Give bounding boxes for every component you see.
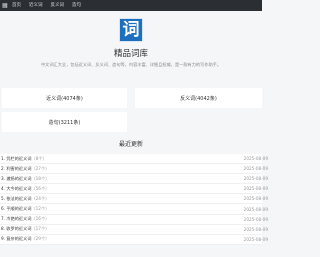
list-item-count: （27个） bbox=[31, 165, 50, 171]
list-item[interactable]: 1. 凭栏的近义词（8个） 2025-08-09 bbox=[0, 154, 268, 165]
list-item-word: 5. 依法的近义词 bbox=[1, 195, 32, 201]
list-item[interactable]: 7. 冷艳的近义词（16个） 2025-08-09 bbox=[0, 215, 268, 225]
list-item-date: 2025-08-09 bbox=[243, 206, 268, 212]
list-item-date: 2025-08-09 bbox=[243, 156, 268, 162]
list-item-title[interactable]: 3. 激扬的近义词（18个） bbox=[1, 176, 49, 182]
recent-updates-title: 最近更新 bbox=[118, 141, 143, 148]
list-item-count: （24个） bbox=[31, 195, 50, 201]
list-item-count: （29个） bbox=[31, 236, 50, 242]
list-item-word: 3. 激扬的近义词 bbox=[1, 175, 32, 181]
list-item-title[interactable]: 5. 依法的近义词（24个） bbox=[1, 196, 49, 202]
list-item-date: 2025-08-09 bbox=[243, 176, 268, 182]
list-item[interactable]: 9. 复杂的近义词（29个） 2025-08-09 bbox=[0, 235, 268, 245]
list-item-title[interactable]: 1. 凭栏的近义词（8个） bbox=[1, 156, 47, 162]
category-card-antonyms[interactable]: 反义词(4042条) bbox=[135, 88, 262, 108]
list-item-word: 7. 冷艳的近义词 bbox=[1, 216, 32, 222]
list-item-word: 8. 收罗的近义词 bbox=[1, 226, 32, 232]
nav-home[interactable]: 首页 bbox=[12, 0, 21, 11]
category-card-synonyms[interactable]: 近义词(4074条) bbox=[2, 88, 127, 108]
list-item-date: 2025-08-09 bbox=[243, 186, 268, 192]
list-item-word: 1. 凭栏的近义词 bbox=[1, 155, 32, 161]
list-item-count: （56个） bbox=[31, 185, 50, 191]
list-item-date: 2025-08-09 bbox=[243, 236, 268, 242]
site-logo[interactable]: 词 bbox=[119, 18, 143, 42]
nav-sentences[interactable]: 造句 bbox=[72, 0, 81, 11]
list-item-word: 2. 利害的近义词 bbox=[1, 165, 32, 171]
recent-updates-list: 1. 凭栏的近义词（8个） 2025-08-09 2. 利害的近义词（27个） 202… bbox=[0, 154, 268, 245]
nav-links: 首页 近义词 反义词 造句 bbox=[12, 0, 81, 11]
list-item-date: 2025-08-09 bbox=[243, 196, 268, 202]
list-item[interactable]: 8. 收罗的近义词（17个） 2025-08-09 bbox=[0, 225, 268, 235]
hero-section: 词 精品词库 中文词汇大全，包括近义词、反义词、造句等，内容丰富、详细且权威，是… bbox=[0, 18, 262, 68]
list-item-count: （12个） bbox=[31, 206, 50, 212]
list-item-count: （16个） bbox=[31, 216, 50, 222]
site-logo-char: 词 bbox=[122, 19, 140, 40]
list-item-title[interactable]: 6. 平顺的近义词（12个） bbox=[1, 206, 49, 212]
nav-antonyms[interactable]: 反义词 bbox=[51, 0, 65, 11]
list-item[interactable]: 6. 平顺的近义词（12个） 2025-08-09 bbox=[0, 204, 268, 215]
list-item-date: 2025-08-09 bbox=[243, 226, 268, 232]
list-item-title[interactable]: 7. 冷艳的近义词（16个） bbox=[1, 216, 49, 222]
list-item[interactable]: 5. 依法的近义词（24个） 2025-08-09 bbox=[0, 194, 268, 205]
list-item-title[interactable]: 2. 利害的近义词（27个） bbox=[1, 166, 49, 172]
list-item-word: 9. 复杂的近义词 bbox=[1, 236, 32, 242]
list-item[interactable]: 4. 大今的近义词（56个） 2025-08-09 bbox=[0, 184, 268, 195]
list-item-title[interactable]: 9. 复杂的近义词（29个） bbox=[1, 236, 49, 242]
list-item-count: （8个） bbox=[31, 155, 47, 161]
category-card-sentences[interactable]: 造句(3211条) bbox=[2, 112, 127, 132]
list-item-title[interactable]: 8. 收罗的近义词（17个） bbox=[1, 226, 49, 232]
list-item-count: （18个） bbox=[31, 175, 50, 181]
list-item-date: 2025-08-09 bbox=[243, 166, 268, 172]
list-item-word: 6. 平顺的近义词 bbox=[1, 206, 32, 212]
nav-synonyms[interactable]: 近义词 bbox=[29, 0, 43, 11]
top-navigation-bar: ▦ 首页 近义词 反义词 造句 bbox=[0, 0, 262, 11]
book-icon[interactable]: ▦ bbox=[2, 0, 11, 11]
site-description: 中文词汇大全，包括近义词、反义词、造句等，内容丰富、详细且权威，是一款有力的写作… bbox=[40, 62, 222, 67]
list-item-word: 4. 大今的近义词 bbox=[1, 185, 32, 191]
list-item-count: （17个） bbox=[31, 226, 50, 232]
list-item[interactable]: 2. 利害的近义词（27个） 2025-08-09 bbox=[0, 164, 268, 175]
site-title: 精品词库 bbox=[113, 49, 148, 59]
list-item[interactable]: 3. 激扬的近义词（18个） 2025-08-09 bbox=[0, 174, 268, 185]
list-item-date: 2025-08-09 bbox=[243, 216, 268, 222]
list-item-title[interactable]: 4. 大今的近义词（56个） bbox=[1, 186, 49, 192]
